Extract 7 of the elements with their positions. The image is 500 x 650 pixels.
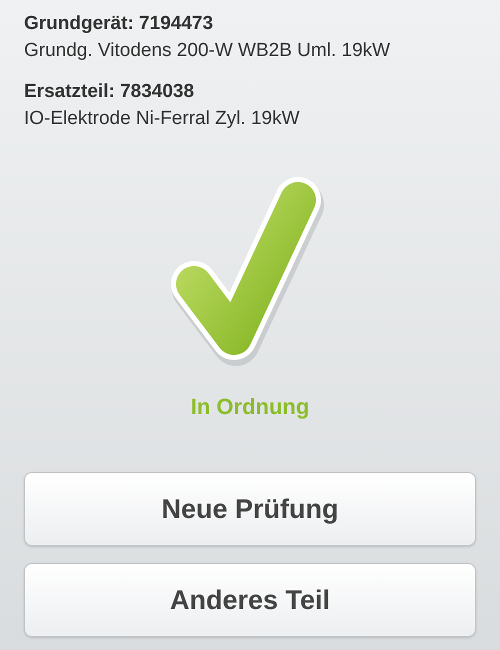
status-text: In Ordnung xyxy=(190,394,310,420)
item-description: Grundg. Vitodens 200-W WB2B Uml. 19kW xyxy=(24,39,392,63)
action-button[interactable]: Anderes Teil xyxy=(24,563,476,637)
item-description: IO-Elektrode Ni-Ferral Zyl. 19kW xyxy=(24,107,301,131)
item-label: Ersatzteil: 7834038 xyxy=(24,80,196,104)
action-button[interactable]: Neue Prüfung xyxy=(24,472,476,546)
item-label: Grundgerät: 7194473 xyxy=(24,12,214,36)
